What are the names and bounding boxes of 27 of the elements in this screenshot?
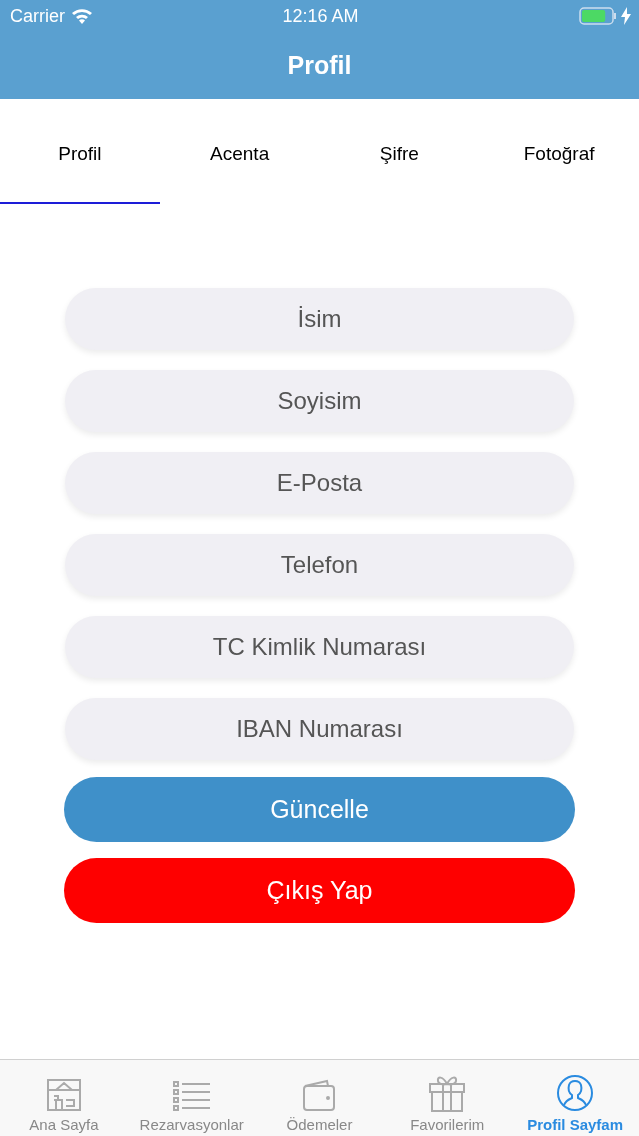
tab[interactable]: Şifre xyxy=(319,99,480,204)
input-field[interactable]: IBAN Numarası xyxy=(65,698,574,760)
tab[interactable]: Profil xyxy=(0,99,160,204)
input-field[interactable]: E-Posta xyxy=(65,452,574,514)
input-field[interactable]: İsim xyxy=(65,288,574,350)
nav-title: Profil xyxy=(287,51,352,80)
input-field[interactable]: Telefon xyxy=(65,534,574,596)
tab[interactable]: Acenta xyxy=(159,99,320,204)
logout-button[interactable]: Çıkış Yap xyxy=(64,858,575,923)
list-icon xyxy=(172,1080,211,1112)
input-field[interactable]: TC Kimlik Numarası xyxy=(65,616,574,678)
input-field[interactable]: Soyisim xyxy=(65,370,574,432)
person-icon xyxy=(556,1074,595,1112)
tab-bar-item[interactable]: Rezarvasyonlar xyxy=(127,1060,256,1136)
tab-bar-item[interactable]: Profil Sayfam xyxy=(511,1060,639,1136)
battery-icon xyxy=(579,7,617,25)
tab[interactable]: Fotoğraf xyxy=(479,99,639,204)
status-time: 12:16 AM xyxy=(282,5,359,27)
gift-icon xyxy=(428,1074,467,1112)
tab-bar-item[interactable]: Ödemeler xyxy=(255,1060,384,1136)
wifi-icon xyxy=(71,8,93,24)
wallet-icon xyxy=(302,1078,337,1112)
house-icon xyxy=(45,1078,82,1112)
carrier-label: Carrier xyxy=(10,5,65,27)
tab-bar-item[interactable]: Ana Sayfa xyxy=(0,1060,128,1136)
tab-bar-item[interactable]: Favorilerim xyxy=(383,1060,512,1136)
update-button[interactable]: Güncelle xyxy=(64,777,575,842)
